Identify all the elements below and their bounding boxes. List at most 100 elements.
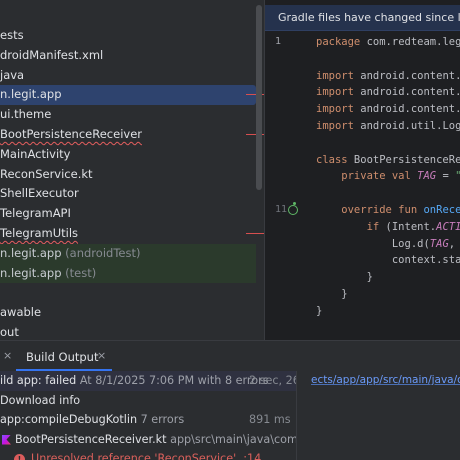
- build-row-detail: 7 errors: [137, 413, 185, 426]
- line-number: [265, 286, 313, 303]
- code-line[interactable]: import android.content.B: [316, 68, 460, 85]
- error-marker: [246, 232, 264, 234]
- tree-row[interactable]: out: [0, 323, 256, 340]
- tree-row[interactable]: n.legit.app (androidTest): [0, 243, 256, 264]
- build-row-label: app:compileDebugKotlin: [0, 413, 138, 426]
- line-number: [265, 252, 313, 269]
- code-token: }: [316, 271, 373, 284]
- code-line[interactable]: }: [316, 286, 460, 303]
- line-number: [265, 219, 313, 236]
- close-icon[interactable]: ×: [97, 349, 106, 362]
- code-area[interactable]: package com.redteam.lega import android.c…: [316, 34, 460, 336]
- tree-row[interactable]: droidManifest.xml: [0, 46, 256, 66]
- line-number: [265, 101, 313, 118]
- code-line[interactable]: context.star: [316, 252, 460, 269]
- code-line[interactable]: if (Intent.ACTIO: [316, 219, 460, 236]
- gradle-banner-text: Gradle files have changed since last p: [278, 11, 460, 24]
- code-line[interactable]: override fun onRecei: [316, 202, 460, 219]
- code-token: import: [316, 119, 354, 132]
- code-token: context.star: [316, 254, 460, 267]
- code-token: ,: [448, 237, 456, 250]
- line-number: [265, 320, 313, 337]
- build-tree-row[interactable]: ! Unresolved reference 'ReconService'. :1…: [0, 449, 296, 460]
- tree-row[interactable]: TelegramUtils: [0, 224, 264, 244]
- code-line[interactable]: }: [316, 303, 460, 320]
- line-number: [265, 118, 313, 135]
- gradle-sync-banner[interactable]: Gradle files have changed since last p: [265, 5, 460, 31]
- tree-row[interactable]: n.legit.app: [0, 85, 264, 106]
- tree-row-label: n.legit.app: [0, 245, 62, 260]
- code-line[interactable]: [316, 320, 460, 337]
- build-tree-row[interactable]: Download info: [0, 391, 296, 411]
- tree-row[interactable]: ReconService.kt: [0, 165, 256, 185]
- tree-row[interactable]: ui.theme: [0, 105, 256, 125]
- code-token: (Intent.: [379, 220, 437, 233]
- code-editor[interactable]: Gradle files have changed since last p 1…: [265, 0, 460, 340]
- code-token: private val: [316, 170, 411, 183]
- line-number: [265, 68, 313, 85]
- code-line[interactable]: import android.content.I: [316, 101, 460, 118]
- build-row-label: Download info: [0, 393, 81, 407]
- code-token: onRecei: [423, 203, 460, 216]
- build-tree-row[interactable]: ild app: failed At 8/1/2025 7:06 PM with…: [0, 371, 296, 391]
- code-line[interactable]: }: [316, 269, 460, 286]
- build-row-label: failed: [45, 374, 77, 387]
- console-file-link[interactable]: ects/app/app/src/main/java/co: [311, 374, 460, 386]
- tree-row[interactable]: awable: [0, 303, 256, 323]
- code-line[interactable]: import android.util.Log: [316, 118, 460, 135]
- tree-row[interactable]: ests: [0, 26, 256, 46]
- line-number: [265, 152, 313, 169]
- tree-row[interactable]: java: [0, 66, 256, 86]
- tree-row[interactable]: ShellExecutor: [0, 184, 256, 204]
- code-line[interactable]: [316, 135, 460, 152]
- error-icon: !: [14, 453, 25, 460]
- tree-row-label: awable: [0, 305, 42, 320]
- line-number: [265, 51, 313, 68]
- tree-row[interactable]: n.legit.app (test): [0, 263, 256, 284]
- code-token: TAG: [417, 170, 437, 183]
- tree-row-label: MainActivity: [0, 146, 71, 161]
- code-token: import: [316, 103, 354, 116]
- build-row-label: BootPersistenceReceiver.kt: [15, 432, 167, 446]
- kotlin-file-icon: [2, 434, 11, 445]
- line-number: [265, 236, 313, 253]
- line-number: 1: [275, 36, 282, 47]
- code-token: import: [316, 86, 354, 99]
- tree-row[interactable]: [0, 283, 256, 303]
- build-row-time: 891 ms: [249, 413, 291, 426]
- tree-row[interactable]: BootPersistenceReceiver: [0, 125, 264, 145]
- tree-row[interactable]: TelegramAPI: [0, 204, 256, 224]
- code-line[interactable]: import android.content.C: [316, 84, 460, 101]
- code-token: "B: [455, 170, 460, 182]
- tab-build-output-label: Build Output: [26, 350, 99, 364]
- line-number: [265, 303, 313, 320]
- override-icon[interactable]: [288, 201, 298, 215]
- code-line[interactable]: Log.d(TAG,: [316, 236, 460, 253]
- code-token: android.content.C: [353, 86, 460, 99]
- build-tree-row[interactable]: BootPersistenceReceiver.kt app\src\main\…: [0, 430, 296, 450]
- code-token: TAG: [429, 237, 449, 250]
- code-line[interactable]: package com.redteam.lega: [316, 34, 460, 51]
- tab-build-output[interactable]: Build Output ×: [16, 341, 112, 371]
- code-line[interactable]: [316, 185, 460, 202]
- tool-window-tab-bar: × Build Output ×: [0, 341, 460, 371]
- code-line[interactable]: [316, 51, 460, 68]
- code-token: =: [436, 170, 456, 183]
- project-tree-scrollbar[interactable]: [256, 5, 262, 190]
- tree-row-label: java: [0, 67, 25, 82]
- code-line[interactable]: class BootPersistenceRe: [316, 152, 460, 169]
- build-tree-row[interactable]: app:compileDebugKotlin 7 errors 891 ms: [0, 410, 296, 430]
- code-line[interactable]: private val TAG = "B: [316, 168, 460, 185]
- code-token: }: [316, 287, 348, 300]
- tree-row-label: ReconService.kt: [0, 166, 93, 181]
- build-console: ects/app/app/src/main/java/co: [297, 371, 460, 460]
- tree-row-label: TelegramUtils: [0, 225, 79, 240]
- tree-row-suffix: (test): [61, 265, 97, 280]
- close-icon[interactable]: ×: [3, 349, 12, 362]
- tree-row-label: droidManifest.xml: [0, 47, 104, 62]
- line-number: 11: [265, 201, 313, 219]
- project-tool-window: ests droidManifest.xml java n.legit.app ui.t…: [0, 0, 264, 340]
- code-token: package: [316, 36, 361, 48]
- code-token: class: [316, 153, 348, 166]
- tree-row[interactable]: MainActivity: [0, 145, 256, 165]
